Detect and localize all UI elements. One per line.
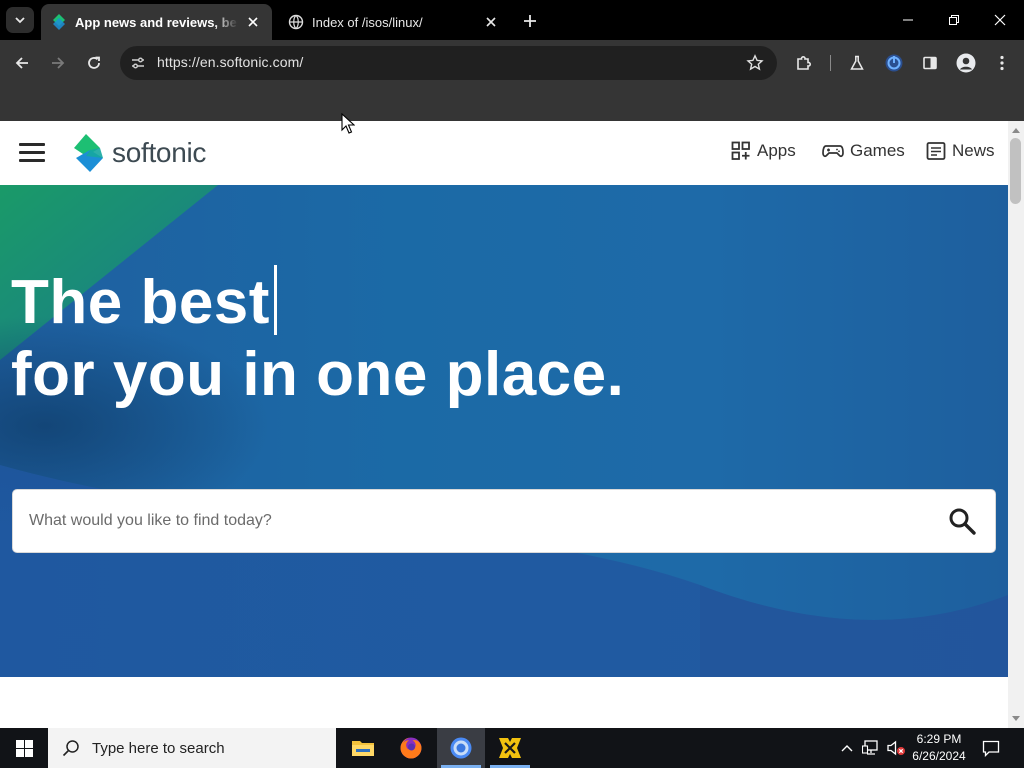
softonic-logo[interactable]: softonic [71,133,206,173]
site-search-input[interactable]: What would you like to find today? [12,489,996,553]
apps-grid-icon [731,141,750,160]
softonic-logo-icon [74,134,103,172]
tab-isos-linux[interactable]: Index of /isos/linux/ [278,4,510,40]
nav-games-label: Games [850,141,905,160]
globe-favicon-icon [288,14,304,30]
news-icon [926,142,946,160]
close-tab-icon[interactable] [482,13,500,31]
plus-icon [524,15,536,27]
nav-news[interactable]: News [926,141,995,161]
folder-icon [352,741,374,756]
search-placeholder: What would you like to find today? [29,512,272,529]
gamepad-icon [822,145,844,158]
show-hidden-icons-button[interactable] [838,728,856,768]
nav-apps[interactable]: Apps [731,141,796,161]
hero-background-shapes [0,185,1008,677]
scroll-up-arrow-icon[interactable] [1012,126,1020,134]
bookmark-star-icon[interactable] [745,53,765,73]
address-bar[interactable]: https://en.softonic.com/ [120,46,777,80]
web-page: softonic Apps Games News The best for yo… [0,121,1008,728]
windows-taskbar: Type here to search 6:29 PM 6/26/2024 [0,728,1024,768]
close-icon [994,14,1006,26]
extension-button[interactable] [880,49,908,77]
forward-button[interactable] [44,49,72,77]
flask-icon [850,55,864,70]
hero-line-1: The best [11,268,270,337]
app-icon [499,738,521,758]
firefox-icon [400,737,422,759]
labs-button[interactable] [843,49,871,77]
chevron-up-icon [841,745,853,752]
text-cursor [273,265,277,335]
url-text[interactable]: https://en.softonic.com/ [157,54,303,70]
profile-button[interactable] [952,49,980,77]
search-icon[interactable] [947,506,977,536]
bookmark-bar [0,86,1024,121]
close-tab-icon[interactable] [244,13,262,31]
hero-headline: The best for you in one place. [11,265,624,411]
logo-text: softonic [112,137,207,168]
toolbar-separator [830,55,831,71]
restore-icon [949,15,959,25]
puzzle-icon [797,56,811,70]
start-button[interactable] [0,728,48,768]
scroll-down-arrow-icon[interactable] [1012,715,1020,723]
hero-line-2: for you in one place. [11,340,625,409]
chrome-icon [450,737,472,759]
notifications-button[interactable] [976,728,1006,768]
volume-button[interactable] [884,728,908,768]
browser-tab-strip: App news and reviews, best so Index of /… [0,0,1024,40]
tab-title: Index of /isos/linux/ [312,14,423,30]
minimize-icon [903,19,913,21]
taskbar-search-box[interactable]: Type here to search [48,728,336,768]
nav-news-label: News [952,141,995,160]
site-header: softonic Apps Games News [0,121,1008,185]
arrow-right-icon [52,57,65,69]
search-icon [62,740,79,757]
nav-games[interactable]: Games [822,141,905,161]
side-panel-button[interactable] [916,49,944,77]
taskbar-chrome[interactable] [437,728,485,768]
menu-button[interactable] [988,49,1016,77]
back-button[interactable] [8,49,36,77]
hero-banner: The best for you in one place. What woul… [0,185,1008,677]
side-panel-icon [923,56,937,70]
site-info-icon[interactable] [128,53,148,73]
arrow-left-icon [15,57,28,69]
clock-date: 6/26/2024 [912,749,966,763]
more-vertical-icon [1000,55,1004,71]
windows-logo-icon [15,739,33,757]
notification-icon [982,740,1000,757]
chevron-down-icon [15,17,25,24]
system-clock[interactable]: 6:29 PM 6/26/2024 [910,731,968,765]
new-tab-button[interactable] [519,10,541,32]
tab-softonic[interactable]: App news and reviews, best so [41,4,272,40]
taskbar-search-label: Type here to search [92,739,225,757]
restore-button[interactable] [931,0,977,40]
softonic-favicon-icon [51,14,67,30]
reload-icon [88,56,100,69]
volume-muted-icon [887,740,905,756]
reload-button[interactable] [80,49,108,77]
taskbar-firefox[interactable] [387,728,435,768]
tab-search-button[interactable] [6,7,34,33]
tab-title: App news and reviews, best so [75,14,238,30]
minimize-button[interactable] [885,0,931,40]
clock-time: 6:29 PM [916,732,962,746]
taskbar-file-explorer[interactable] [339,728,387,768]
network-button[interactable] [860,728,882,768]
extension-icon [885,54,903,72]
nav-apps-label: Apps [757,141,796,160]
network-icon [862,740,878,755]
extensions-button[interactable] [790,49,818,77]
taskbar-app-yellow[interactable] [486,728,534,768]
hamburger-menu-icon[interactable] [19,143,45,163]
page-scrollbar[interactable] [1008,121,1024,728]
mouse-cursor-icon [341,113,355,134]
scrollbar-thumb[interactable] [1010,138,1021,204]
avatar-icon [956,53,976,73]
close-window-button[interactable] [977,0,1023,40]
